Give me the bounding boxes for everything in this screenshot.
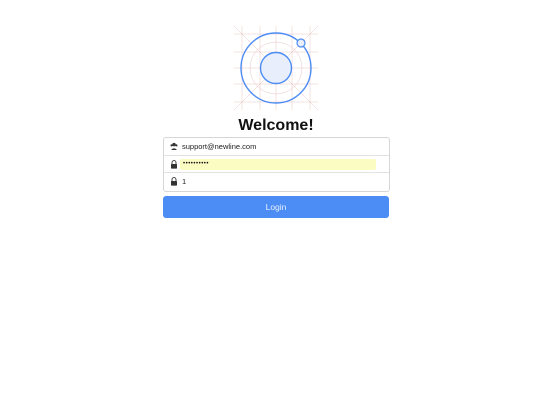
user-icon <box>170 142 178 150</box>
login-form: support@newline.com •••••••••• 1 <box>163 137 390 192</box>
password-row[interactable]: •••••••••• <box>164 156 389 174</box>
login-button[interactable]: Login <box>163 196 389 218</box>
lock-icon <box>171 159 177 169</box>
login-page: Welcome! support@newline.com •••••••••• <box>0 0 552 414</box>
password-field[interactable]: •••••••••• <box>183 159 209 170</box>
password-autofill-highlight <box>180 158 376 170</box>
email-row[interactable]: support@newline.com <box>164 138 389 156</box>
welcome-title: Welcome! <box>238 117 314 134</box>
code-row[interactable]: 1 <box>164 173 389 191</box>
email-field[interactable]: support@newline.com <box>182 141 256 152</box>
code-field[interactable]: 1 <box>182 176 186 187</box>
lock-icon <box>171 177 177 186</box>
logo-icon <box>234 26 318 110</box>
